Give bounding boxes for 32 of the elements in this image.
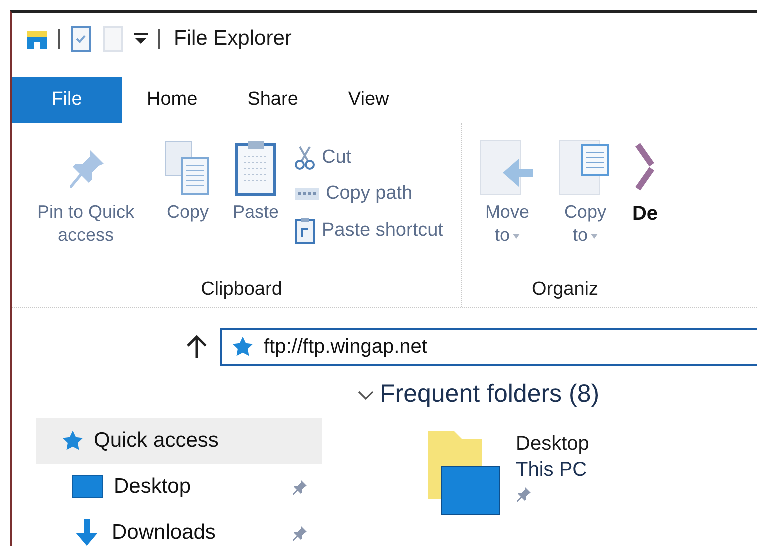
star-icon — [62, 430, 84, 452]
window-title: File Explorer — [174, 27, 292, 51]
up-arrow-icon[interactable] — [186, 335, 208, 359]
group-label: Clipboard — [200, 279, 284, 302]
move-icon — [479, 139, 536, 197]
properties-icon[interactable] — [70, 25, 92, 53]
nav-item[interactable]: Quick access — [36, 418, 322, 464]
section-header[interactable]: Frequent folders (8) — [358, 380, 600, 409]
nav-item[interactable]: Desktop — [36, 464, 322, 510]
paste-shortcut-icon — [294, 217, 316, 245]
ribbon-tab[interactable]: View — [323, 77, 414, 123]
star-icon — [232, 336, 254, 358]
pin-icon — [292, 479, 308, 495]
pin-icon — [292, 525, 308, 541]
chevron-icon — [358, 388, 374, 400]
folder-icon — [26, 28, 48, 50]
clipboard-icon — [234, 139, 278, 197]
group-label: Organiz — [530, 279, 600, 302]
address-field[interactable]: ftp://ftp.wingap.net — [220, 328, 757, 366]
ribbon-tab[interactable]: Home — [122, 77, 223, 123]
desktop-icon — [72, 475, 104, 499]
nav-item[interactable]: Downloads — [36, 510, 322, 546]
dropdown-icon[interactable] — [134, 33, 148, 45]
pin-icon — [516, 486, 532, 502]
ribbon-tab[interactable]: Share — [222, 77, 324, 123]
copy-icon — [164, 140, 212, 196]
file-tab[interactable]: File — [12, 77, 122, 123]
folder-icon — [428, 431, 500, 515]
delete-button[interactable]: De — [628, 131, 658, 279]
folder-name: Desktop — [516, 432, 590, 457]
folder-location: This PC — [516, 458, 588, 483]
scissors-icon — [294, 145, 316, 171]
